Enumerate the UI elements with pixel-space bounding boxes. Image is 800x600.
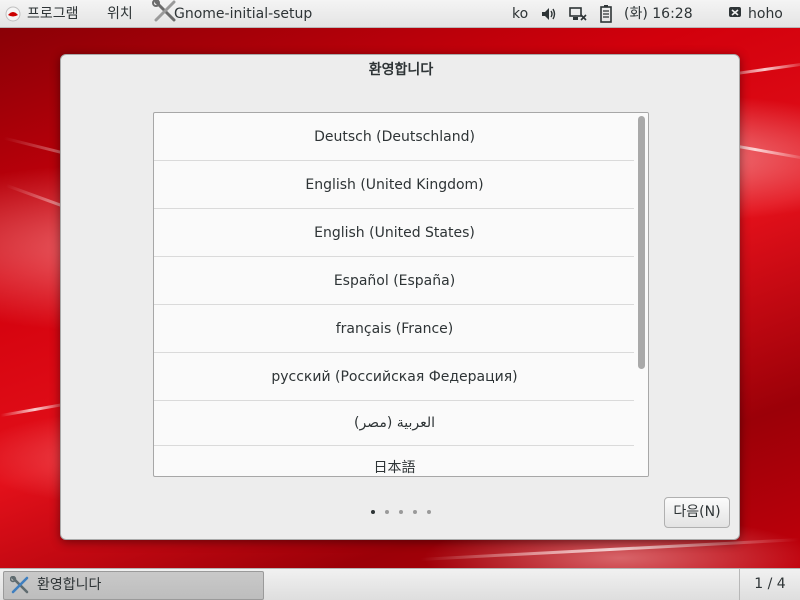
language-item[interactable]: 日本語 bbox=[154, 446, 635, 476]
active-app-menu[interactable]: Gnome-initial-setup bbox=[152, 0, 322, 28]
workspace-switcher[interactable]: 1 / 4 bbox=[739, 569, 800, 600]
network-icon[interactable] bbox=[569, 6, 587, 22]
language-item[interactable]: français (France) bbox=[154, 305, 635, 353]
page-dot bbox=[413, 510, 417, 514]
user-name: hoho bbox=[748, 6, 783, 22]
taskbar-window-button[interactable]: 환영합니다 bbox=[3, 571, 264, 600]
language-item[interactable]: العربية (مصر) bbox=[154, 401, 635, 446]
distro-logo-icon bbox=[5, 6, 21, 22]
places-menu[interactable]: 위치 bbox=[107, 0, 133, 28]
taskbar-window-label: 환영합니다 bbox=[37, 577, 102, 593]
active-app-label: Gnome-initial-setup bbox=[174, 6, 313, 22]
battery-icon[interactable] bbox=[599, 5, 613, 23]
page-dot bbox=[427, 510, 431, 514]
welcome-dialog: 환영합니다 Deutsch (Deutschland) English (Uni… bbox=[60, 54, 740, 540]
top-panel: 프로그램 위치 Gnome-initial-setup ko (화) 16:28… bbox=[0, 0, 800, 28]
dialog-title: 환영합니다 bbox=[368, 62, 434, 78]
user-menu[interactable]: hoho bbox=[728, 0, 800, 28]
clock[interactable]: (화) 16:28 bbox=[624, 0, 693, 28]
keyboard-layout-indicator[interactable]: ko bbox=[512, 0, 528, 28]
scrollbar-thumb[interactable] bbox=[638, 116, 645, 369]
language-list: Deutsch (Deutschland) English (United Ki… bbox=[153, 112, 649, 477]
tools-icon bbox=[10, 576, 29, 594]
applications-menu[interactable]: 프로그램 bbox=[27, 0, 79, 28]
bottom-panel: 환영합니다 1 / 4 bbox=[0, 568, 800, 600]
page-dot bbox=[385, 510, 389, 514]
next-button[interactable]: 다음(N) bbox=[664, 497, 730, 528]
volume-icon[interactable] bbox=[541, 6, 557, 22]
language-item[interactable]: Deutsch (Deutschland) bbox=[154, 113, 635, 161]
background-streak bbox=[420, 538, 800, 561]
user-status-icon bbox=[729, 7, 741, 17]
language-item[interactable]: Español (España) bbox=[154, 257, 635, 305]
page-dot bbox=[371, 510, 375, 514]
language-item[interactable]: English (United States) bbox=[154, 209, 635, 257]
language-item[interactable]: русский (Российская Федерация) bbox=[154, 353, 635, 401]
scrollbar[interactable] bbox=[634, 113, 648, 476]
language-item[interactable]: English (United Kingdom) bbox=[154, 161, 635, 209]
page-dot bbox=[399, 510, 403, 514]
